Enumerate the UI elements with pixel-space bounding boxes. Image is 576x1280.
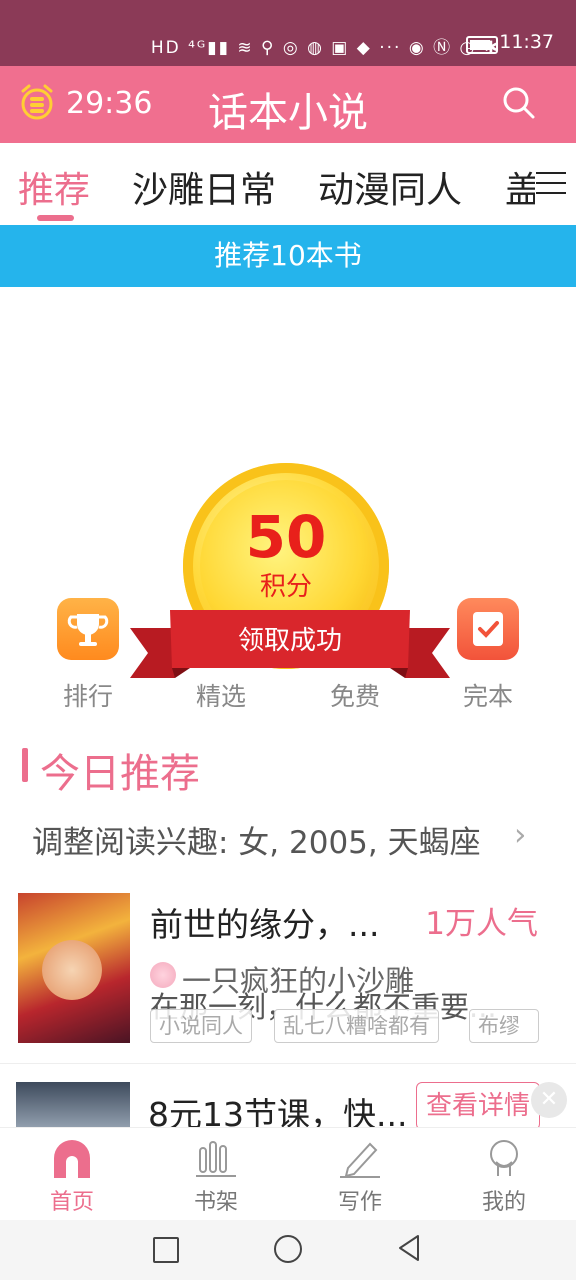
view-details-button[interactable]: 查看详情 [416,1082,540,1130]
nav-mine-label[interactable]: 我的 [454,1184,554,1216]
recent-apps-icon[interactable] [153,1237,179,1263]
search-icon[interactable] [502,86,536,120]
reward-message: 领取成功 [237,626,342,656]
reading-interest[interactable]: 调整阅读兴趣: 女, 2005, 天蝎座 [32,817,481,862]
status-bar: HD ⁴ᴳ▮▮ ≋ ⚲ ◎ ◍ ▣ ◆ ··· ◉ Ⓝ ◷ ✱ 11:37 [0,0,576,66]
chevron-right-icon[interactable]: › [514,817,526,853]
book-tag[interactable]: 乱七八糟啥都有 [274,1009,439,1043]
nav-bookshelf-label[interactable]: 书架 [166,1184,266,1216]
profile-icon[interactable] [484,1138,524,1178]
book-title[interactable]: 前世的缘分，... [150,898,379,946]
book-popularity: 1万人气 [425,906,538,942]
bottom-nav: 首页 书架 写作 我的 [0,1127,576,1221]
battery-icon [466,36,498,54]
shortcut-completed-label[interactable]: 完本 [438,677,538,713]
recommend-banner[interactable]: 推荐10本书 [0,225,576,287]
bookshelf-icon[interactable] [196,1138,236,1178]
book-tag[interactable]: 小说同人 [150,1009,252,1043]
status-icons: HD ⁴ᴳ▮▮ ≋ ⚲ ◎ ◍ ▣ ◆ ··· ◉ Ⓝ ◷ ✱ [150,38,500,58]
pencil-icon[interactable] [340,1138,380,1178]
reward-points: 50 [245,503,327,571]
back-icon[interactable] [396,1234,422,1262]
tab-partial[interactable]: 盖 [505,161,535,213]
home-icon[interactable] [52,1138,92,1178]
menu-icon[interactable] [536,172,566,194]
system-nav-bar [0,1220,576,1280]
section-accent-bar [22,748,28,782]
completed-icon[interactable] [457,598,519,660]
tab-anime-fanfic[interactable]: 动漫同人 [318,161,462,213]
nav-write-label[interactable]: 写作 [310,1184,410,1216]
close-icon[interactable]: ✕ [531,1082,567,1118]
category-tabs: 推荐 沙雕日常 动漫同人 盖 [0,143,576,226]
shortcut-ranking-label[interactable]: 排行 [38,677,138,713]
tab-funny-daily[interactable]: 沙雕日常 [132,161,276,213]
trophy-icon[interactable] [57,598,119,660]
cover-art [42,940,102,1000]
book-tag[interactable]: 布缪 [469,1009,539,1043]
section-title: 今日推荐 [40,751,200,797]
divider [0,1063,576,1064]
home-button-icon[interactable] [274,1235,302,1263]
tab-recommend[interactable]: 推荐 [18,161,90,213]
nav-home-label[interactable]: 首页 [22,1184,122,1216]
ad-cover[interactable] [16,1082,130,1132]
app-header: 29:36 话本小说 [0,66,576,143]
app-title: 话本小说 [208,90,368,136]
clock: 11:37 [499,31,554,53]
tab-indicator [37,215,74,221]
